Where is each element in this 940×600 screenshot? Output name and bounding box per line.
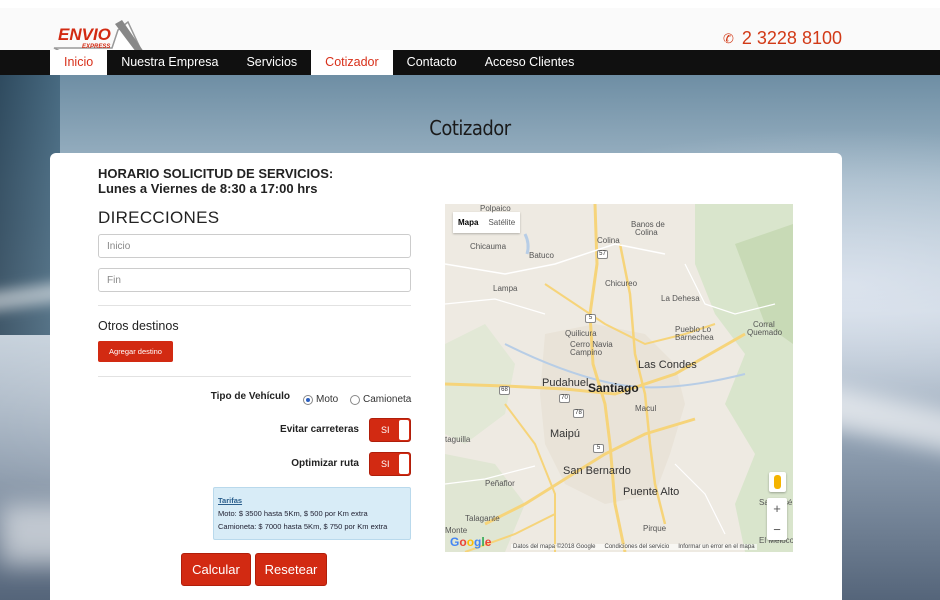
map-label: Las Condes <box>638 359 697 371</box>
map-label: Monte <box>445 526 468 535</box>
toggle-knob <box>399 420 409 440</box>
nav-item-acceso-clientes[interactable]: Acceso Clientes <box>471 50 589 75</box>
nav-item-nuestra-empresa[interactable]: Nuestra Empresa <box>107 50 232 75</box>
main-nav: Inicio Nuestra Empresa Servicios Cotizad… <box>0 50 940 75</box>
map-terms-link[interactable]: Condiciones del servicio <box>604 544 669 550</box>
map-label: Chicureo <box>605 279 638 288</box>
schedule-heading: HORARIO SOLICITUD DE SERVICIOS: <box>98 166 334 181</box>
map-label: Quemado <box>747 328 783 337</box>
camioneta-radio[interactable] <box>350 394 360 405</box>
route-map[interactable]: Mapa Satélite Polpaico Banos de Colina C… <box>445 204 793 552</box>
map-label: Puente Alto <box>623 486 680 498</box>
map-data-credit: Datos del mapa ©2018 Google <box>513 544 596 550</box>
map-type-satellite[interactable]: Satélite <box>483 212 520 233</box>
rate-camioneta: Camioneta: $ 7000 hasta 5Km, $ 750 por K… <box>218 522 388 531</box>
end-address-input[interactable] <box>98 268 411 292</box>
route-badge: 78 <box>573 409 584 418</box>
zoom-in-button[interactable]: + <box>767 498 787 519</box>
map-label: Polpaico <box>480 204 511 213</box>
map-label: Colina <box>635 228 658 237</box>
company-logo[interactable]: ENVIO EXPRESS <box>52 18 146 54</box>
street-view-pegman-icon[interactable] <box>769 472 786 492</box>
zoom-out-button[interactable]: − <box>767 519 787 540</box>
moto-radio[interactable] <box>303 394 313 405</box>
reset-button[interactable]: Resetear <box>255 553 327 586</box>
page-title: Cotizador <box>429 116 511 140</box>
vehicle-option-moto[interactable]: Moto <box>303 394 338 405</box>
vehicle-option-camioneta[interactable]: Camioneta <box>350 394 411 405</box>
divider <box>98 376 411 377</box>
add-destination-button[interactable]: Agregar destino <box>98 341 173 362</box>
map-label: San Bernardo <box>563 465 631 477</box>
nav-item-servicios[interactable]: Servicios <box>232 50 311 75</box>
nav-item-contacto[interactable]: Contacto <box>393 50 471 75</box>
directions-title: DIRECCIONES <box>98 208 220 227</box>
map-label: Pirque <box>643 524 667 533</box>
map-report-link[interactable]: Informar un error en el mapa <box>678 544 754 550</box>
nav-item-inicio[interactable]: Inicio <box>50 50 108 75</box>
map-label: Batuco <box>529 251 554 260</box>
route-badge: 57 <box>597 250 608 259</box>
phone-number: 2 3228 8100 <box>741 28 842 48</box>
zoom-control: + − <box>767 498 787 540</box>
map-label: Macul <box>635 404 657 413</box>
map-attribution: Datos del mapa ©2018 Google Condiciones … <box>511 544 757 550</box>
map-canvas <box>445 204 793 552</box>
map-label: Barnechea <box>675 333 714 342</box>
map-label: Pudahuel <box>542 377 589 389</box>
map-label: Maipú <box>550 428 580 440</box>
toggle-value: SI <box>381 425 390 435</box>
map-label: La Dehesa <box>661 294 700 303</box>
optimize-route-label: Optimizar ruta <box>291 458 359 469</box>
avoid-highways-toggle[interactable]: SI <box>369 418 411 442</box>
other-destinations-label: Otros destinos <box>98 319 179 333</box>
map-label: Lampa <box>493 284 518 293</box>
rates-box: Tarifas Moto: $ 3500 hasta 5Km, $ 500 po… <box>213 487 411 540</box>
schedule-info: HORARIO SOLICITUD DE SERVICIOS: Lunes a … <box>98 166 333 196</box>
map-type-control: Mapa Satélite <box>453 212 521 233</box>
start-address-input[interactable] <box>98 234 411 258</box>
optimize-route-toggle[interactable]: SI <box>369 452 411 476</box>
rate-moto: Moto: $ 3500 hasta 5Km, $ 500 por Km ext… <box>218 509 368 518</box>
vehicle-type-label: Tipo de Vehículo <box>210 391 290 402</box>
map-type-map[interactable]: Mapa <box>453 212 483 233</box>
map-label: Colina <box>597 236 620 245</box>
map-label: Peñaflor <box>485 479 515 488</box>
map-label: Campino <box>570 348 603 357</box>
camioneta-label: Camioneta <box>363 394 412 405</box>
route-badge: 5 <box>593 444 604 453</box>
toggle-knob <box>399 454 409 474</box>
schedule-hours: Lunes a Viernes de 8:30 a 17:00 hrs <box>98 181 318 196</box>
header-bar: ENVIO EXPRESS ✆ 2 3228 8100 <box>0 0 940 53</box>
svg-text:ENVIO: ENVIO <box>58 25 111 44</box>
map-label: taguilla <box>445 435 471 444</box>
route-badge: 5 <box>585 314 596 323</box>
map-label: Talagante <box>465 514 500 523</box>
avoid-highways-label: Evitar carreteras <box>280 424 359 435</box>
map-label: Santiago <box>588 381 639 395</box>
rates-title-link[interactable]: Tarifas <box>218 494 406 507</box>
map-label: Chicauma <box>470 242 507 251</box>
divider <box>98 305 411 306</box>
route-badge: 68 <box>499 386 510 395</box>
google-logo: Google <box>450 535 492 549</box>
moto-label: Moto <box>316 394 339 405</box>
route-badge: 70 <box>559 394 570 403</box>
nav-item-cotizador[interactable]: Cotizador <box>311 50 393 75</box>
calculate-button[interactable]: Calcular <box>181 553 251 586</box>
map-label: Quilicura <box>565 329 597 338</box>
phone-contact[interactable]: ✆ 2 3228 8100 <box>723 28 842 49</box>
phone-icon: ✆ <box>722 30 734 46</box>
toggle-value: SI <box>381 459 390 469</box>
